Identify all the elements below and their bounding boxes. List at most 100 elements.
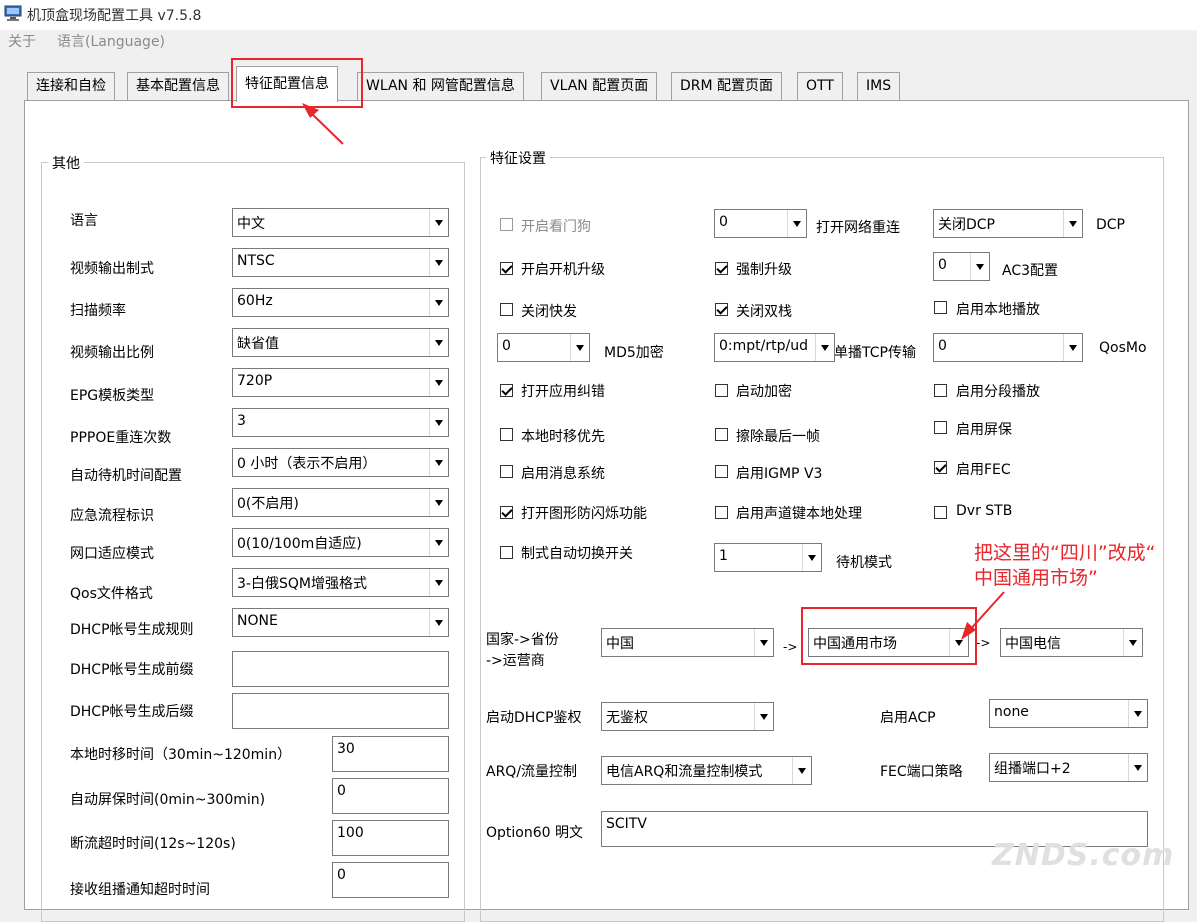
fast-send-label: 关闭快发: [521, 304, 577, 320]
fec-checkbox[interactable]: [934, 461, 947, 474]
screensaver-time-input[interactable]: 0: [332, 778, 449, 814]
dvr-stb-label: Dvr STB: [956, 503, 1013, 519]
standby-mode-combo[interactable]: 1: [714, 543, 822, 572]
encryption-checkbox[interactable]: [715, 384, 728, 397]
dcp-combo[interactable]: 关闭DCP: [933, 209, 1083, 238]
timeshift-time-input[interactable]: 30: [332, 736, 449, 772]
screensaver-checkbox[interactable]: [934, 421, 947, 434]
chevron-down-icon: [570, 334, 589, 361]
qos-mode-combo[interactable]: 0: [933, 333, 1083, 362]
chevron-down-icon: [429, 569, 448, 596]
force-upgrade-label: 强制升级: [736, 262, 792, 278]
video-output-standard-combo[interactable]: NTSC: [232, 248, 449, 277]
chevron-down-icon: [429, 249, 448, 276]
qos-file-format-label: Qos文件格式: [70, 586, 153, 602]
tab-connect-selftest[interactable]: 连接和自检: [27, 72, 115, 100]
pppoe-retry-combo[interactable]: 3: [232, 408, 449, 437]
acp-combo[interactable]: none: [989, 699, 1148, 728]
network-reconnect-label: 打开网络重连: [816, 220, 900, 236]
message-system-label: 启用消息系统: [521, 466, 605, 482]
port-mode-label: 网口适应模式: [70, 546, 154, 562]
local-play-label: 启用本地播放: [956, 302, 1040, 318]
auto-standby-combo[interactable]: 0 小时（表示不启用）: [232, 448, 449, 477]
dhcp-auth-combo[interactable]: 无鉴权: [601, 702, 774, 731]
language-combo[interactable]: 中文: [232, 208, 449, 237]
tab-drm-config[interactable]: DRM 配置页面: [671, 72, 783, 100]
qos-file-format-combo[interactable]: 3-白俄SQM增强格式: [232, 568, 449, 597]
epg-template-type-combo[interactable]: 720P: [232, 368, 449, 397]
watchdog-checkbox[interactable]: [500, 218, 513, 231]
anti-flicker-checkbox[interactable]: [500, 506, 513, 519]
chevron-down-icon: [429, 609, 448, 636]
dhcp-prefix-input[interactable]: [232, 651, 449, 687]
operator-combo[interactable]: 中国电信: [1000, 628, 1143, 657]
unicast-tcp-label: 单播TCP传输: [834, 345, 916, 361]
fec-port-label: FEC端口策略: [880, 764, 963, 780]
erase-last-frame-label: 擦除最后一帧: [736, 429, 820, 445]
tab-wlan-nms-config[interactable]: WLAN 和 网管配置信息: [357, 72, 524, 100]
dhcp-auth-label: 启动DHCP鉴权: [486, 710, 582, 726]
app-error-correction-checkbox[interactable]: [500, 384, 513, 397]
region-label-line-2: ->运营商: [486, 653, 545, 669]
chevron-down-icon: [754, 703, 773, 730]
dhcp-account-rule-combo[interactable]: NONE: [232, 608, 449, 637]
menu-about[interactable]: 关于: [8, 31, 36, 51]
fec-port-combo[interactable]: 组播端口+2: [989, 753, 1148, 782]
chevron-down-icon: [429, 529, 448, 556]
tab-feature-config[interactable]: 特征配置信息: [236, 66, 338, 102]
igmp-v3-checkbox[interactable]: [715, 465, 728, 478]
other-group-title: 其他: [48, 153, 84, 173]
igmp-v3-label: 启用IGMP V3: [736, 466, 823, 482]
arq-combo[interactable]: 电信ARQ和流量控制模式: [601, 756, 812, 785]
emergency-flag-label: 应急流程标识: [70, 508, 154, 524]
app-computer-icon: [4, 5, 22, 21]
screensaver-label: 启用屏保: [956, 422, 1012, 438]
unicast-tcp-combo[interactable]: 0:mpt/rtp/ud: [714, 333, 835, 362]
epg-template-type-label: EPG模板类型: [70, 388, 155, 404]
force-upgrade-checkbox[interactable]: [715, 262, 728, 275]
tab-vlan-config[interactable]: VLAN 配置页面: [541, 72, 658, 100]
menu-language[interactable]: 语言(Language): [57, 31, 165, 51]
chevron-down-icon: [429, 449, 448, 476]
chevron-down-icon: [429, 209, 448, 236]
tab-basic-config[interactable]: 基本配置信息: [127, 72, 229, 100]
message-system-checkbox[interactable]: [500, 465, 513, 478]
chevron-down-icon: [1123, 629, 1142, 656]
scan-frequency-label: 扫描频率: [70, 303, 126, 319]
segmented-play-checkbox[interactable]: [934, 384, 947, 397]
arq-label: ARQ/流量控制: [486, 764, 578, 780]
multicast-timeout-input[interactable]: 0: [332, 862, 449, 898]
stream-timeout-input[interactable]: 100: [332, 820, 449, 856]
qos-mode-label: QosMo: [1099, 340, 1147, 356]
chevron-down-icon: [429, 369, 448, 396]
network-reconnect-combo[interactable]: 0: [714, 209, 807, 238]
chevron-down-icon: [429, 489, 448, 516]
tab-ott[interactable]: OTT: [797, 72, 843, 100]
auto-standard-switch-checkbox[interactable]: [500, 546, 513, 559]
dual-stack-checkbox[interactable]: [715, 303, 728, 316]
dhcp-suffix-input[interactable]: [232, 693, 449, 729]
dvr-stb-checkbox[interactable]: [934, 506, 947, 519]
encryption-label: 启动加密: [736, 384, 792, 400]
video-aspect-ratio-combo[interactable]: 缺省值: [232, 328, 449, 357]
local-timeshift-priority-checkbox[interactable]: [500, 428, 513, 441]
port-mode-combo[interactable]: 0(10/100m自适应): [232, 528, 449, 557]
country-combo[interactable]: 中国: [601, 628, 774, 657]
boot-upgrade-checkbox[interactable]: [500, 262, 513, 275]
region-label-line-1: 国家->省份: [486, 632, 559, 648]
audio-key-local-checkbox[interactable]: [715, 506, 728, 519]
boot-upgrade-label: 开启开机升级: [521, 262, 605, 278]
ac3-combo[interactable]: 0: [933, 252, 990, 281]
erase-last-frame-checkbox[interactable]: [715, 428, 728, 441]
dual-stack-label: 关闭双栈: [736, 304, 792, 320]
fast-send-checkbox[interactable]: [500, 303, 513, 316]
scan-frequency-combo[interactable]: 60Hz: [232, 288, 449, 317]
emergency-flag-combo[interactable]: 0(不启用): [232, 488, 449, 517]
chevron-down-icon: [429, 329, 448, 356]
segmented-play-label: 启用分段播放: [956, 384, 1040, 400]
md5-combo[interactable]: 0: [497, 333, 590, 362]
video-aspect-ratio-label: 视频输出比例: [70, 345, 154, 361]
acp-label: 启用ACP: [880, 710, 936, 726]
local-play-checkbox[interactable]: [934, 301, 947, 314]
tab-ims[interactable]: IMS: [857, 72, 901, 100]
